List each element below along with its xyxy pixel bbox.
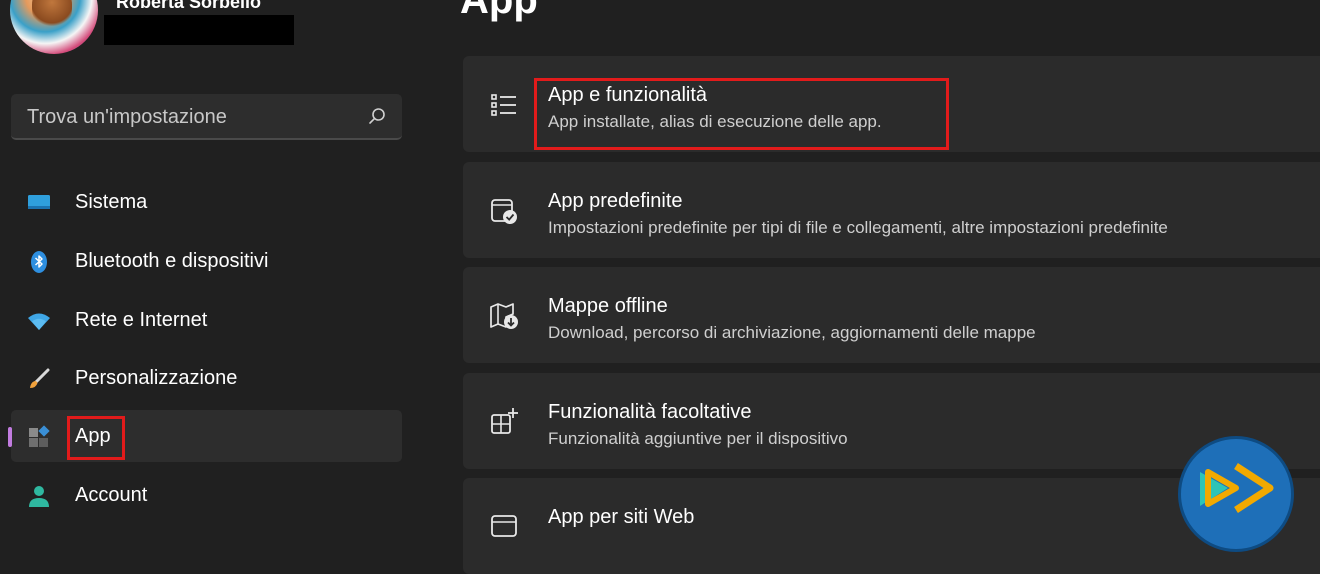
- card-mappe-offline[interactable]: Mappe offline Download, percorso di arch…: [463, 267, 1320, 363]
- sidebar-item-account[interactable]: Account: [11, 469, 402, 521]
- card-title: App e funzionalità: [548, 84, 708, 106]
- logo-icon: [1200, 463, 1274, 513]
- avatar[interactable]: [10, 0, 98, 54]
- search-input[interactable]: Trova un'impostazione: [11, 94, 402, 140]
- apps-icon: [29, 425, 50, 447]
- sidebar-item-label: Account: [75, 484, 148, 506]
- sidebar-item-bluetooth[interactable]: Bluetooth e dispositivi: [11, 235, 402, 287]
- brush-icon: [30, 368, 50, 388]
- sidebar-item-label: Personalizzazione: [75, 367, 238, 389]
- sidebar-item-label: Sistema: [75, 191, 148, 213]
- card-subtitle: Impostazioni predefinite per tipi di fil…: [548, 218, 1168, 237]
- card-title: App per siti Web: [548, 506, 695, 528]
- sidebar-item-label: Bluetooth e dispositivi: [75, 250, 269, 272]
- system-icon: [28, 195, 50, 209]
- bluetooth-icon: [31, 251, 47, 273]
- account-icon: [29, 486, 49, 507]
- card-app-predefinite[interactable]: App predefinite Impostazioni predefinite…: [463, 162, 1320, 258]
- map-download-icon: [490, 303, 518, 329]
- sidebar-item-label: Rete e Internet: [75, 309, 208, 331]
- selection-indicator: [8, 427, 12, 447]
- card-title: App predefinite: [548, 190, 683, 212]
- card-subtitle: Funzionalità aggiuntive per il dispositi…: [548, 429, 848, 448]
- card-app-funzionalita[interactable]: App e funzionalità App installate, alias…: [463, 56, 1320, 152]
- card-subtitle: App installate, alias di esecuzione dell…: [548, 112, 882, 131]
- search-icon[interactable]: [368, 107, 386, 125]
- wifi-icon: [28, 313, 50, 330]
- logo-badge: [1178, 436, 1294, 552]
- web-apps-icon: [491, 515, 517, 537]
- search-placeholder: Trova un'impostazione: [27, 106, 227, 128]
- user-name: Roberta Sorbello: [116, 0, 262, 12]
- redacted-email: [104, 15, 294, 45]
- card-subtitle: Download, percorso di archiviazione, agg…: [548, 323, 1036, 342]
- add-features-icon: [491, 408, 518, 434]
- sidebar-item-rete[interactable]: Rete e Internet: [11, 294, 402, 346]
- page-title: App: [460, 0, 538, 22]
- sidebar-item-app[interactable]: App: [8, 410, 402, 462]
- list-icon: [491, 94, 516, 116]
- sidebar-item-personalizzazione[interactable]: Personalizzazione: [11, 352, 402, 404]
- card-title: Funzionalità facoltative: [548, 401, 752, 423]
- default-apps-icon: [491, 199, 517, 224]
- card-title: Mappe offline: [548, 295, 668, 317]
- sidebar-item-label: App: [75, 425, 111, 447]
- sidebar-item-sistema[interactable]: Sistema: [11, 176, 402, 228]
